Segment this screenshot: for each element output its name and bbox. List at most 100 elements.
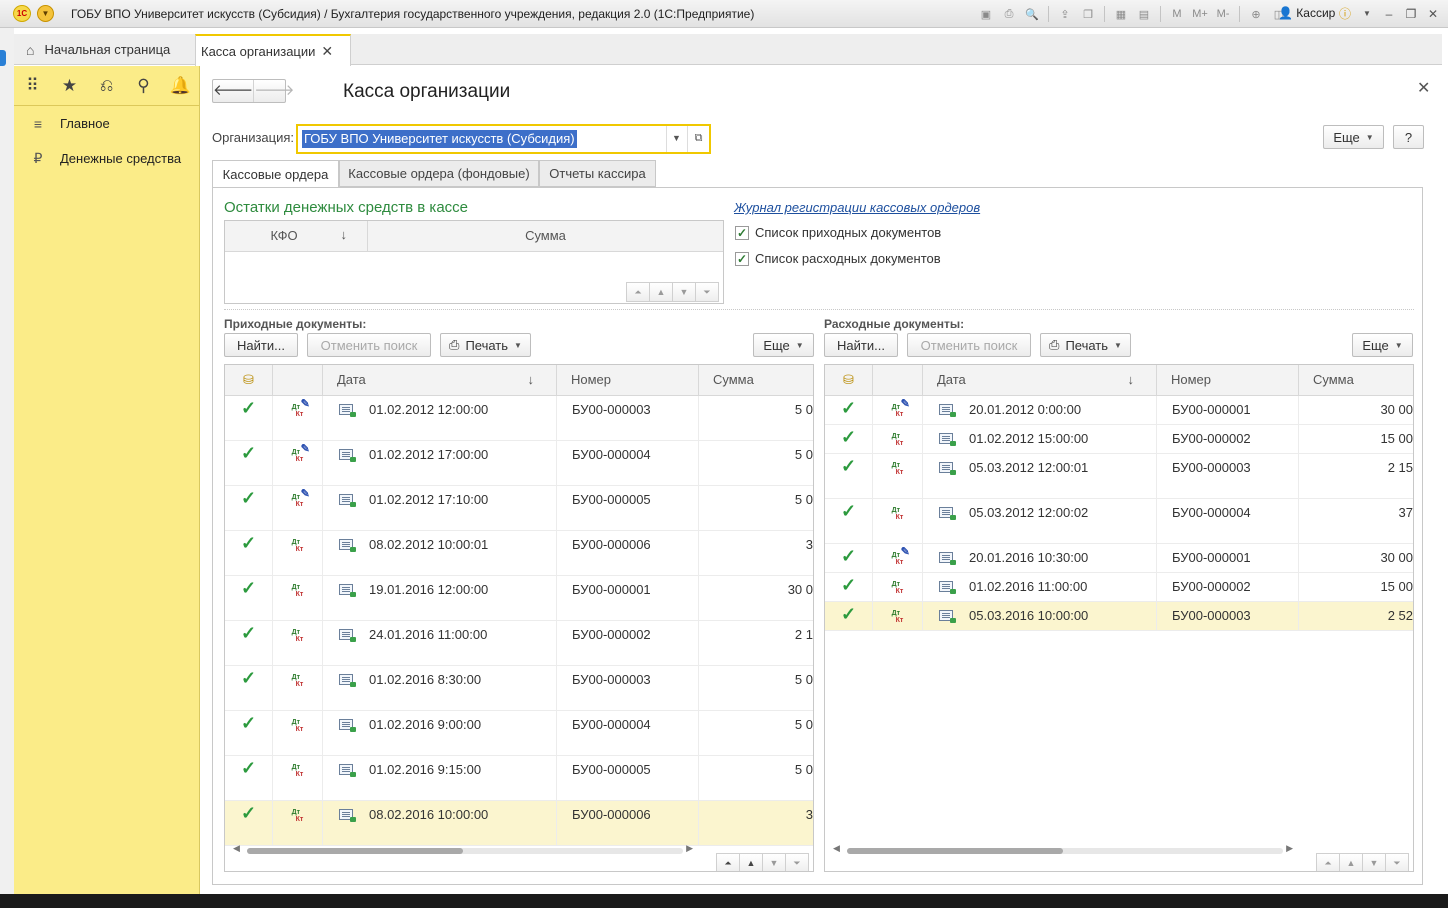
sidebar-item-money[interactable]: ₽ Денежные средства xyxy=(14,141,199,176)
type-column-header[interactable] xyxy=(873,365,923,395)
date-column-header[interactable]: Дата ↓ xyxy=(923,365,1157,395)
table-row[interactable]: ✓ Дт Кт 05.03.2012 12:00:02 БУ00-000004 37 xyxy=(825,499,1413,544)
sum-column-header[interactable]: Сумма xyxy=(1299,365,1413,395)
save-icon[interactable]: ▣ xyxy=(976,5,996,23)
table-row[interactable]: ✓ Дт Кт 01.02.2016 8:30:00 БУ00-000003 5 0 xyxy=(225,666,813,711)
table-row[interactable]: ✓ ДтКт 20.01.2012 0:00:00 БУ00-000001 30 00 xyxy=(825,396,1413,425)
first-page-icon[interactable]: ⏶ xyxy=(626,282,650,302)
calculator-icon[interactable]: ▦ xyxy=(1111,5,1131,23)
help-button[interactable]: ? xyxy=(1393,125,1424,149)
search-icon[interactable]: ⚲ xyxy=(125,76,162,96)
memory-m-icon[interactable]: M xyxy=(1167,5,1187,23)
income-hscrollbar[interactable]: ◀ ▶ xyxy=(233,843,693,855)
tab-cashier-reports[interactable]: Отчеты кассира xyxy=(539,160,656,187)
income-list-checkbox[interactable]: ✓ Список приходных документов xyxy=(735,225,941,240)
expense-print-button[interactable]: ⎙ Печать ▼ xyxy=(1040,333,1131,357)
table-row[interactable]: ✓ ДтКт 01.02.2012 17:10:00 БУ00-000005 5 0 xyxy=(225,486,813,531)
scroll-left-icon[interactable]: ◀ xyxy=(833,843,840,854)
table-row[interactable]: ✓ Дт Кт 08.02.2016 10:00:00 БУ00-000006 3 xyxy=(225,801,813,846)
expense-list-checkbox[interactable]: ✓ Список расходных документов xyxy=(735,251,941,266)
close-form-icon[interactable]: ✕ xyxy=(1417,78,1430,98)
table-row[interactable]: ✓ Дт Кт 05.03.2016 10:00:00 БУ00-000003 2 52 xyxy=(825,602,1413,631)
current-user[interactable]: 👤 Кассир xyxy=(1278,6,1335,20)
last-page-icon[interactable]: ⏷ xyxy=(785,853,809,871)
number-column-header[interactable]: Номер xyxy=(1157,365,1299,395)
table-row[interactable]: ✓ ДтКт 20.01.2016 10:30:00 БУ00-000001 30 00 xyxy=(825,544,1413,573)
table-row[interactable]: ✓ ДтКт 01.02.2012 17:00:00 БУ00-000004 5 0 xyxy=(225,441,813,486)
expense-documents-table[interactable]: ⛁ Дата↓ Номер Сумма ✓ ДтКт 20.01.2012 0:00… xyxy=(824,364,1414,872)
status-column-header[interactable]: ⛁ xyxy=(825,365,873,395)
last-page-icon[interactable]: ⏷ xyxy=(695,282,719,302)
forward-arrow-icon[interactable]: 🡒 xyxy=(253,80,294,102)
table-row[interactable]: ✓ Дт Кт 01.02.2016 11:00:00 БУ00-000002 15 00 xyxy=(825,573,1413,602)
sidebar-item-main[interactable]: ≡ Главное xyxy=(14,106,199,141)
minimize-icon[interactable]: – xyxy=(1380,5,1398,23)
all-functions-icon[interactable]: ⠿ xyxy=(14,76,51,96)
balances-table[interactable]: КФО ↓ Сумма ⏶ ▲ ▼ ⏷ xyxy=(224,220,724,304)
income-cancel-search-button[interactable]: Отменить поиск xyxy=(307,333,431,357)
table-row[interactable]: ✓ Дт Кт 19.01.2016 12:00:00 БУ00-000001 30 0 xyxy=(225,576,813,621)
tab-home[interactable]: ⌂ Начальная страница xyxy=(14,34,192,65)
organization-field[interactable]: ГОБУ ВПО Университет искусств (Субсидия)… xyxy=(296,124,711,154)
checkbox-checked-icon[interactable]: ✓ xyxy=(735,251,749,266)
notifications-bell-icon[interactable]: 🔔 xyxy=(162,76,199,96)
close-tab-icon[interactable]: ✕ xyxy=(321,43,333,60)
close-window-icon[interactable]: ✕ xyxy=(1424,5,1442,23)
number-column-header[interactable]: Номер xyxy=(557,365,699,395)
scroll-thumb[interactable] xyxy=(847,848,1063,854)
journal-link[interactable]: Журнал регистрации кассовых ордеров xyxy=(734,200,980,215)
history-icon[interactable]: ⎌ xyxy=(88,76,125,96)
expense-hscrollbar[interactable]: ◀ ▶ xyxy=(833,843,1293,855)
table-row[interactable]: ✓ Дт Кт 05.03.2012 12:00:01 БУ00-000003 2 15 xyxy=(825,454,1413,499)
tab-cash-orders-fund[interactable]: Кассовые ордера (фондовые) xyxy=(339,160,539,187)
income-more-button[interactable]: Еще ▼ xyxy=(753,333,814,357)
main-menu-icon[interactable]: ▼ xyxy=(37,5,54,22)
tab-cash-desk[interactable]: Касса организации ✕ xyxy=(195,34,351,66)
page-down-icon[interactable]: ▼ xyxy=(672,282,696,302)
copy-icon[interactable]: ❐ xyxy=(1078,5,1098,23)
checkbox-checked-icon[interactable]: ✓ xyxy=(735,225,749,240)
expense-more-button[interactable]: Еще ▼ xyxy=(1352,333,1413,357)
page-up-icon[interactable]: ▲ xyxy=(739,853,763,871)
memory-minus-icon[interactable]: M- xyxy=(1213,5,1233,23)
scroll-left-icon[interactable]: ◀ xyxy=(233,843,240,854)
page-down-icon[interactable]: ▼ xyxy=(762,853,786,871)
table-row[interactable]: ✓ Дт Кт 01.02.2012 15:00:00 БУ00-000002 15 00 xyxy=(825,425,1413,454)
preview-icon[interactable]: 🔍 xyxy=(1022,5,1042,23)
favorites-star-icon[interactable]: ★ xyxy=(51,76,88,96)
scroll-right-icon[interactable]: ▶ xyxy=(1286,843,1293,854)
scroll-thumb[interactable] xyxy=(247,848,463,854)
expense-cancel-search-button[interactable]: Отменить поиск xyxy=(907,333,1031,357)
income-documents-table[interactable]: ⛁ Дата↓ Номер Сумма ✓ ДтКт 01.02.2012 12:0… xyxy=(224,364,814,872)
sum-column-header[interactable]: Сумма xyxy=(368,221,723,251)
date-column-header[interactable]: Дата ↓ xyxy=(323,365,557,395)
last-page-icon[interactable]: ⏷ xyxy=(1385,853,1409,871)
more-button[interactable]: Еще ▼ xyxy=(1323,125,1384,149)
info-icon[interactable]: ⓘ xyxy=(1336,5,1354,23)
first-page-icon[interactable]: ⏶ xyxy=(1316,853,1340,871)
restore-icon[interactable]: ❐ xyxy=(1402,5,1420,23)
dropdown-chevron-icon[interactable]: ▼ xyxy=(666,126,686,152)
calendar-icon[interactable]: ▤ xyxy=(1134,5,1154,23)
table-row[interactable]: ✓ Дт Кт 24.01.2016 11:00:00 БУ00-000002 2 1 xyxy=(225,621,813,666)
back-arrow-icon[interactable]: 🡐 xyxy=(213,80,253,102)
open-item-icon[interactable]: ⧉ xyxy=(687,126,709,152)
print-icon[interactable]: ⎙ xyxy=(999,5,1019,23)
tab-cash-orders[interactable]: Кассовые ордера xyxy=(212,160,339,188)
kfo-column-header[interactable]: КФО ↓ xyxy=(225,221,368,251)
organization-input[interactable]: ГОБУ ВПО Университет искусств (Субсидия) xyxy=(302,130,577,148)
zoom-icon[interactable]: ⊕ xyxy=(1246,5,1266,23)
page-down-icon[interactable]: ▼ xyxy=(1362,853,1386,871)
memory-plus-icon[interactable]: M+ xyxy=(1190,5,1210,23)
first-page-icon[interactable]: ⏶ xyxy=(716,853,740,871)
table-row[interactable]: ✓ Дт Кт 08.02.2012 10:00:01 БУ00-000006 3 xyxy=(225,531,813,576)
income-print-button[interactable]: ⎙ Печать ▼ xyxy=(440,333,531,357)
table-row[interactable]: ✓ Дт Кт 01.02.2016 9:00:00 БУ00-000004 5 0 xyxy=(225,711,813,756)
sum-column-header[interactable]: Сумма xyxy=(699,365,813,395)
upload-icon[interactable]: ⇪ xyxy=(1055,5,1075,23)
table-row[interactable]: ✓ ДтКт 01.02.2012 12:00:00 БУ00-000003 5 0 xyxy=(225,396,813,441)
page-up-icon[interactable]: ▲ xyxy=(1339,853,1363,871)
status-column-header[interactable]: ⛁ xyxy=(225,365,273,395)
1c-logo-icon[interactable]: 1C xyxy=(13,5,31,22)
income-find-button[interactable]: Найти... xyxy=(224,333,298,357)
